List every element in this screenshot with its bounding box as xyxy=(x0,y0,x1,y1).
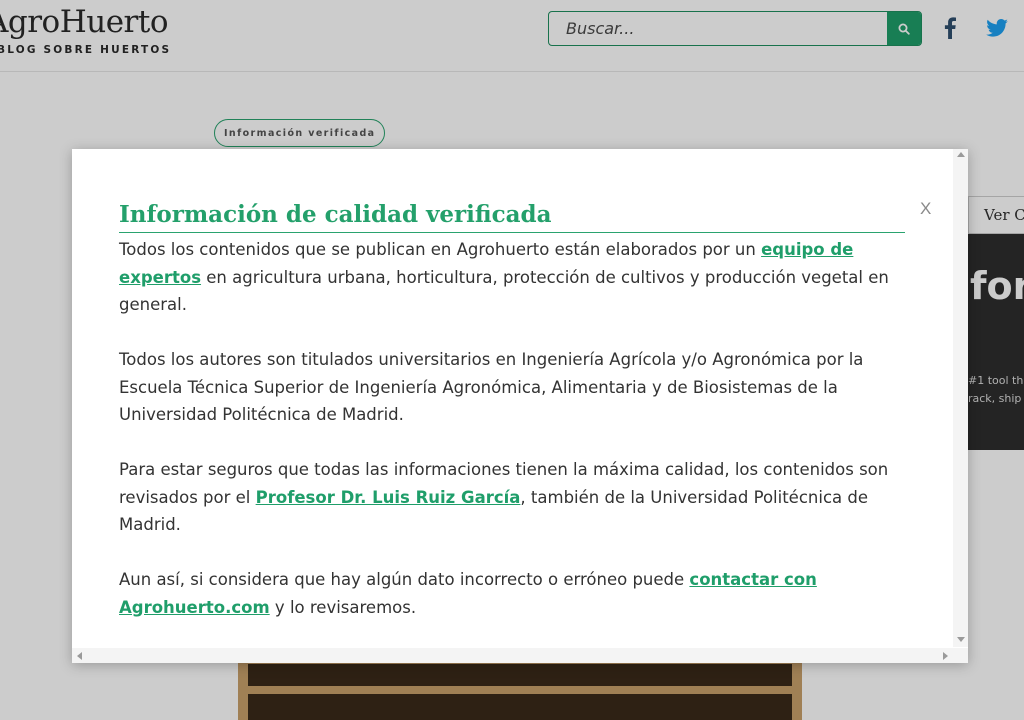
scroll-left-arrow-icon[interactable] xyxy=(77,652,82,660)
paragraph-reviewer: Para estar seguros que todas las informa… xyxy=(119,456,909,539)
paragraph-contact: Aun así, si considera que hay algún dato… xyxy=(119,566,909,621)
paragraph-text: y lo revisaremos. xyxy=(269,597,417,617)
paragraph-text: Aun así, si considera que hay algún dato… xyxy=(119,570,690,589)
close-button[interactable]: X xyxy=(920,199,931,219)
verified-info-modal: X Información de calidad verificada Todo… xyxy=(72,149,968,663)
paragraph-text: Todos los contenidos que se publican en … xyxy=(119,240,762,259)
modal-title: Información de calidad verificada xyxy=(119,201,905,233)
scrollbar-corner xyxy=(953,648,968,663)
scroll-down-arrow-icon[interactable] xyxy=(957,637,965,642)
paragraph-authors: Todos los autores son titulados universi… xyxy=(119,350,864,424)
professor-link[interactable]: Profesor Dr. Luis Ruiz García xyxy=(256,488,521,507)
vertical-scrollbar[interactable] xyxy=(953,149,968,647)
paragraph-experts: Todos los contenidos que se publican en … xyxy=(119,236,909,319)
scroll-up-arrow-icon[interactable] xyxy=(957,152,965,157)
modal-body: Todos los contenidos que se publican en … xyxy=(119,236,909,649)
scroll-right-arrow-icon[interactable] xyxy=(943,652,948,660)
paragraph-text: en agricultura urbana, horticultura, pro… xyxy=(119,267,889,315)
horizontal-scrollbar[interactable] xyxy=(72,648,953,663)
